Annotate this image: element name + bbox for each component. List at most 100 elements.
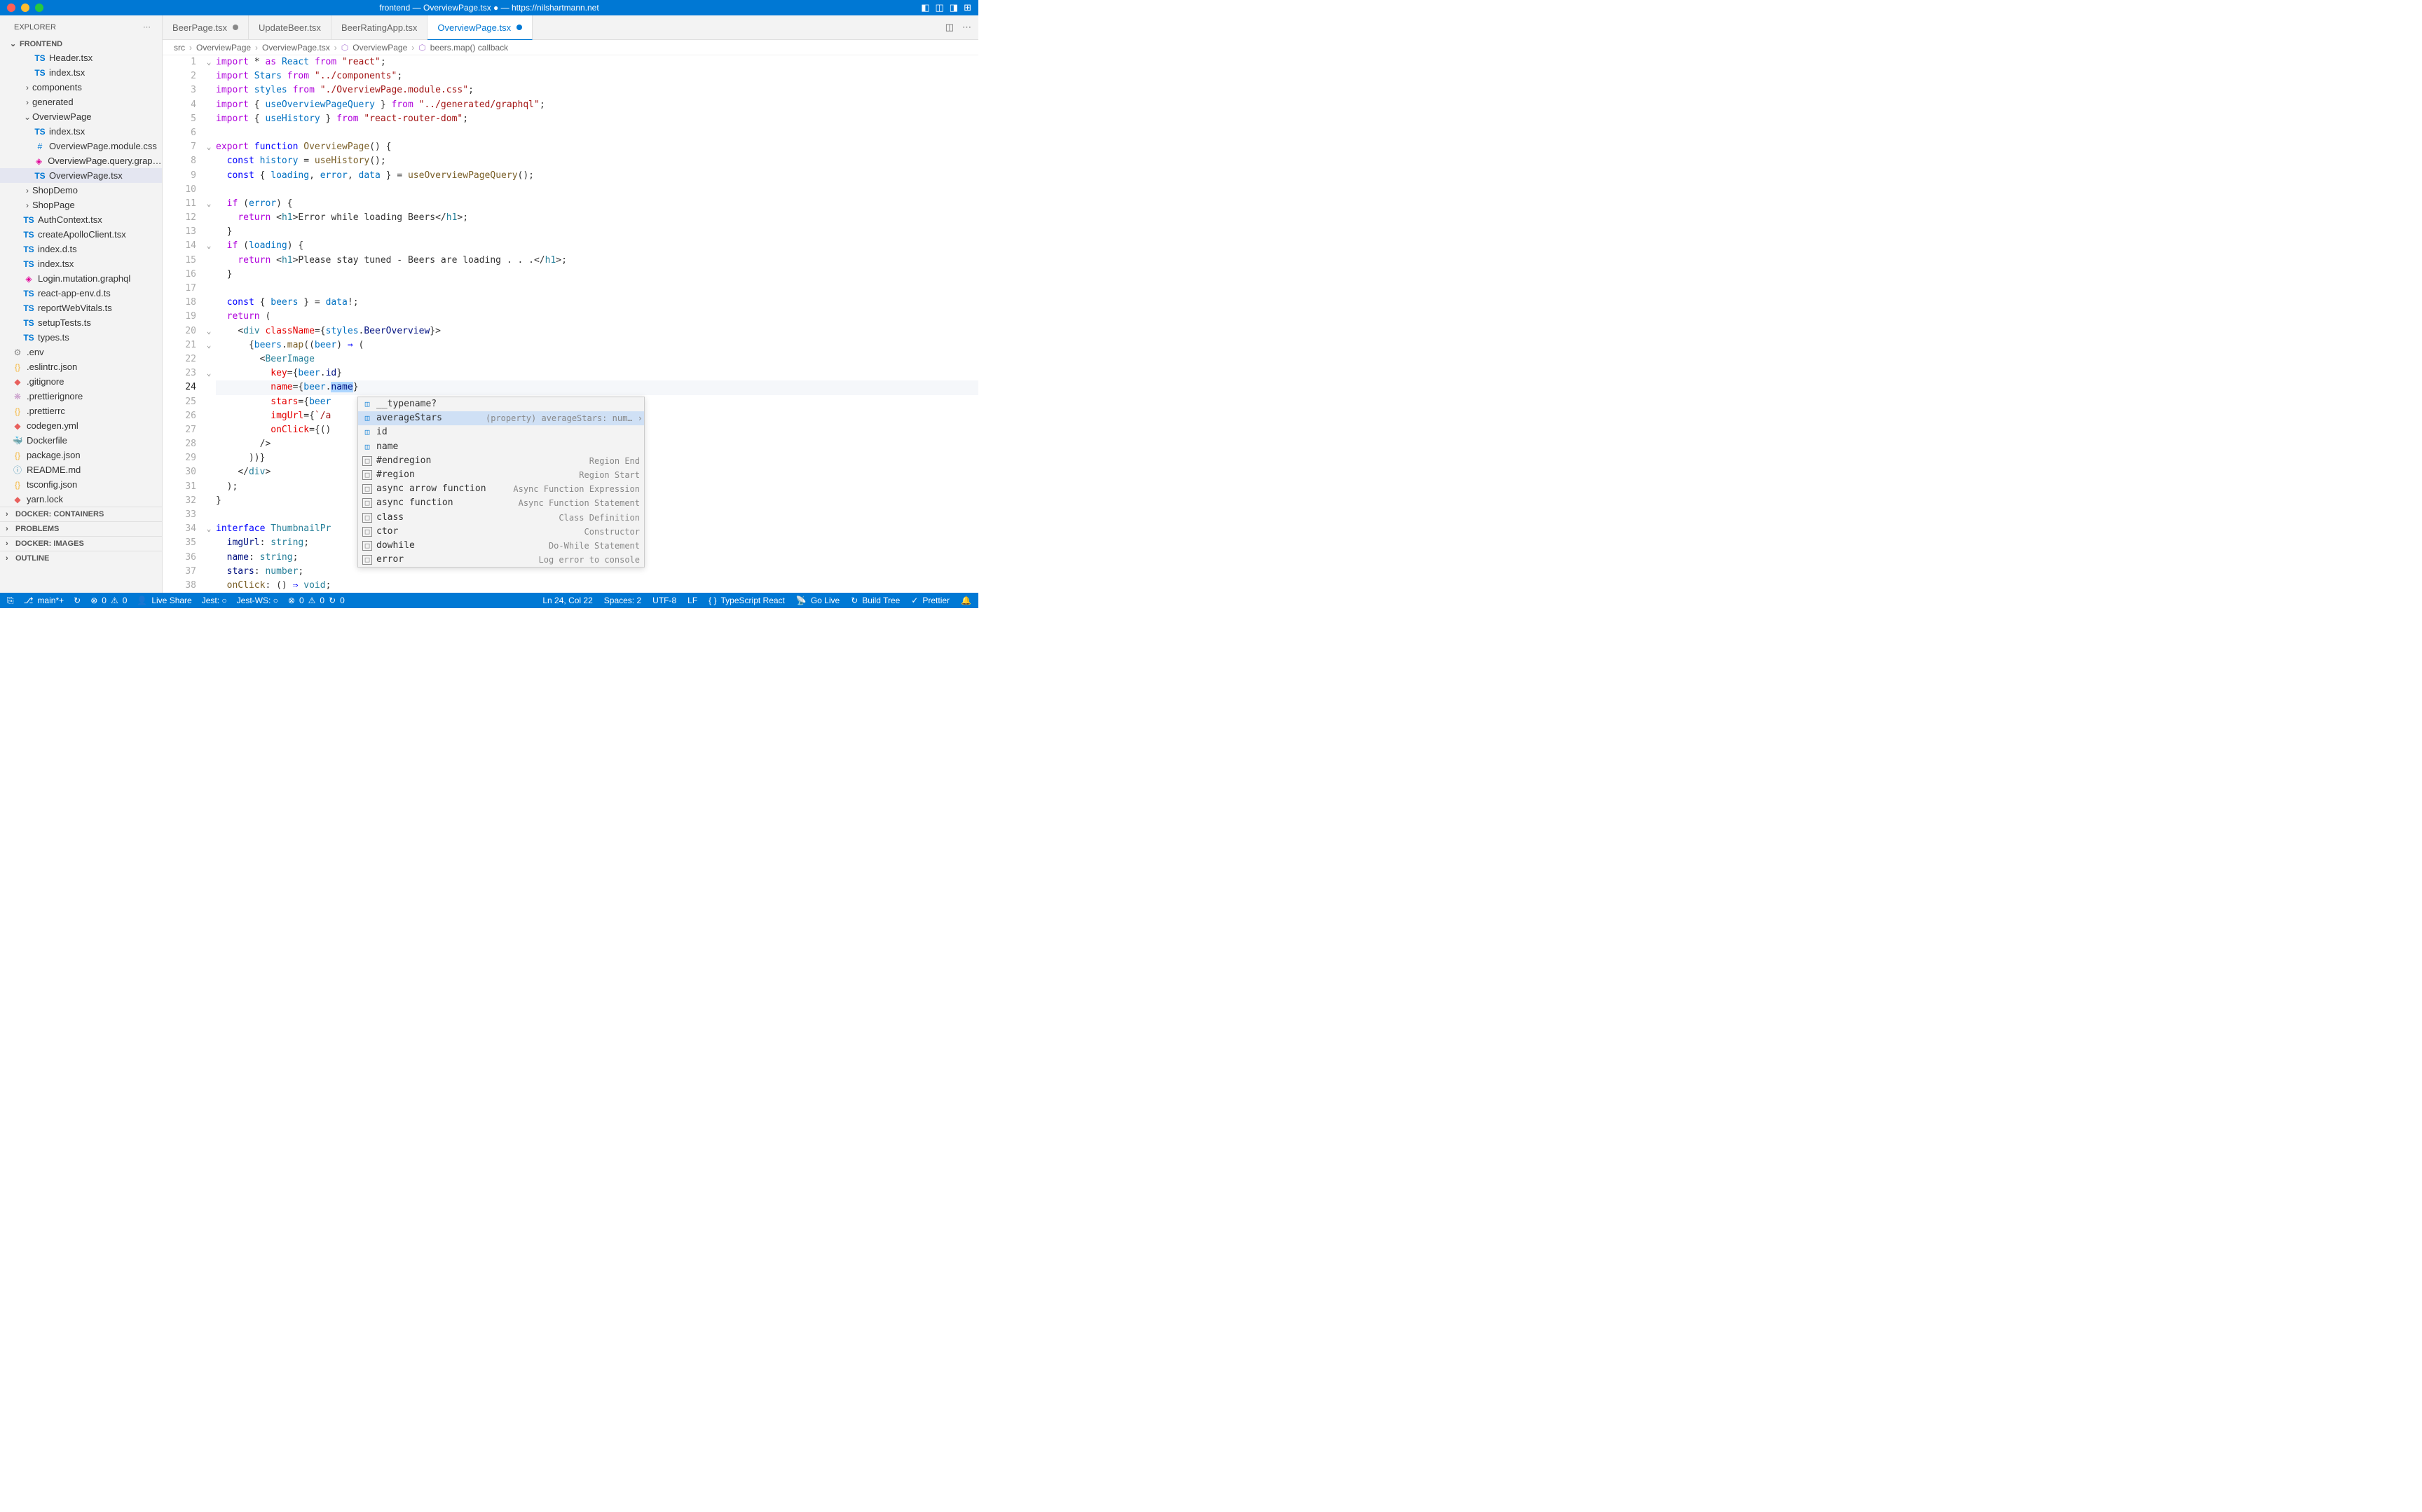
chevron-icon[interactable]: ⌄ [22, 112, 32, 122]
minimize-window[interactable] [21, 4, 29, 12]
tree-item[interactable]: TSindex.tsx [0, 65, 162, 80]
tree-item[interactable]: TSreact-app-env.d.ts [0, 286, 162, 301]
tree-item[interactable]: ⓘREADME.md [0, 462, 162, 477]
tree-item[interactable]: TSsetupTests.ts [0, 315, 162, 330]
split-editor-icon[interactable]: ◫ [945, 22, 954, 33]
maximize-window[interactable] [35, 4, 43, 12]
sidebar-section[interactable]: ›DOCKER: CONTAINERS [0, 507, 162, 521]
tree-item[interactable]: {}.prettierrc [0, 404, 162, 418]
tree-item[interactable]: TScreateApolloClient.tsx [0, 227, 162, 242]
breadcrumb-item[interactable]: OverviewPage [196, 43, 251, 53]
git-branch[interactable]: ⎇ main*+ [24, 596, 64, 605]
code-line[interactable]: onClick: () ⇒ void; [216, 579, 978, 593]
explorer-more-icon[interactable]: ⋯ [143, 22, 151, 32]
code-line[interactable]: import * as React from "react"; [216, 55, 978, 69]
editor-tab[interactable]: OverviewPage.tsx [427, 15, 533, 40]
fold-toggle[interactable]: ⌄ [202, 239, 216, 253]
code-line[interactable]: export function OverviewPage() { [216, 140, 978, 154]
code-line[interactable]: <div className={styles.BeerOverview}> [216, 324, 978, 338]
code-line[interactable]: import styles from "./OverviewPage.modul… [216, 83, 978, 97]
prettier-status[interactable]: ✓ Prettier [911, 596, 950, 605]
tree-item[interactable]: TStypes.ts [0, 330, 162, 345]
tree-item[interactable]: ◆.gitignore [0, 374, 162, 389]
code-line[interactable]: name={beer.name} [216, 380, 978, 394]
tree-item[interactable]: TSOverviewPage.tsx [0, 168, 162, 183]
autocomplete-item[interactable]: □#endregionRegion End [358, 454, 644, 468]
autocomplete-item[interactable]: ◫__typename? [358, 397, 644, 411]
tree-item[interactable]: TSreportWebVitals.ts [0, 301, 162, 315]
fold-toggle[interactable]: ⌄ [202, 140, 216, 154]
autocomplete-item[interactable]: □async functionAsync Function Statement [358, 496, 644, 510]
autocomplete-item[interactable]: □async arrow functionAsync Function Expr… [358, 482, 644, 496]
sync-button[interactable]: ↻ [74, 596, 81, 605]
code-line[interactable]: return <h1>Error while loading Beers</h1… [216, 211, 978, 225]
autocomplete-item[interactable]: □ctorConstructor [358, 525, 644, 539]
editor-tab[interactable]: BeerPage.tsx [163, 15, 249, 39]
autocomplete-item[interactable]: ◫name [358, 440, 644, 454]
code-line[interactable]: if (loading) { [216, 239, 978, 253]
close-window[interactable] [7, 4, 15, 12]
cursor-position[interactable]: Ln 24, Col 22 [542, 596, 592, 605]
fold-toggle[interactable]: ⌄ [202, 366, 216, 380]
fold-toggle[interactable]: ⌄ [202, 522, 216, 536]
tree-item[interactable]: ◆yarn.lock [0, 492, 162, 507]
fold-toggle[interactable]: ⌄ [202, 338, 216, 352]
code-line[interactable] [216, 183, 978, 197]
tree-item[interactable]: TSindex.tsx [0, 256, 162, 271]
chevron-icon[interactable]: › [22, 97, 32, 107]
sidebar-section[interactable]: ›DOCKER: IMAGES [0, 536, 162, 551]
code-content[interactable]: import * as React from "react";import St… [216, 55, 978, 593]
go-live[interactable]: 📡 Go Live [796, 596, 840, 605]
tree-item[interactable]: TSAuthContext.tsx [0, 212, 162, 227]
code-line[interactable]: return <h1>Please stay tuned - Beers are… [216, 254, 978, 268]
code-line[interactable]: <BeerImage [216, 352, 978, 366]
fold-gutter[interactable]: ⌄⌄⌄⌄⌄⌄⌄⌄ [202, 55, 216, 593]
live-share[interactable]: 👤 Live Share [137, 596, 191, 605]
tree-item[interactable]: ›generated [0, 95, 162, 109]
tree-item[interactable]: TSHeader.tsx [0, 50, 162, 65]
autocomplete-popup[interactable]: (property) averageStars: num… › ◫__typen… [357, 397, 645, 568]
code-line[interactable]: const history = useHistory(); [216, 154, 978, 168]
fold-toggle[interactable]: ⌄ [202, 197, 216, 211]
fold-toggle[interactable]: ⌄ [202, 324, 216, 338]
code-line[interactable]: import { useHistory } from "react-router… [216, 112, 978, 126]
tree-item[interactable]: ›components [0, 80, 162, 95]
tree-item[interactable]: 🐳Dockerfile [0, 433, 162, 448]
layout-icon[interactable]: ⊞ [964, 2, 971, 13]
eol[interactable]: LF [687, 596, 697, 605]
jest-ws-status[interactable]: Jest-WS: ○ [237, 596, 278, 605]
tree-item[interactable]: ›ShopPage [0, 198, 162, 212]
editor-tab[interactable]: UpdateBeer.tsx [249, 15, 331, 39]
code-line[interactable]: const { beers } = data!; [216, 296, 978, 310]
code-line[interactable]: const { loading, error, data } = useOver… [216, 169, 978, 183]
project-section[interactable]: ⌄ FRONTEND [0, 37, 162, 50]
jest-status[interactable]: Jest: ○ [202, 596, 227, 605]
tree-item[interactable]: ◈OverviewPage.query.graph... [0, 153, 162, 168]
code-line[interactable]: key={beer.id} [216, 366, 978, 380]
chevron-icon[interactable]: › [22, 186, 32, 195]
autocomplete-item[interactable]: □dowhileDo-While Statement [358, 539, 644, 553]
encoding[interactable]: UTF-8 [652, 596, 676, 605]
tree-item[interactable]: ◆codegen.yml [0, 418, 162, 433]
code-line[interactable]: } [216, 268, 978, 282]
remote-indicator[interactable]: ⎘ [7, 596, 14, 606]
indentation[interactable]: Spaces: 2 [604, 596, 641, 605]
code-editor[interactable]: 1234567891011121314151617181920212223242… [163, 55, 978, 593]
problems-indicator[interactable]: ⊗0 ⚠0 [90, 596, 127, 605]
panel-bottom-icon[interactable]: ◫ [936, 2, 944, 13]
panel-right-icon[interactable]: ◨ [950, 2, 958, 13]
code-line[interactable]: {beers.map((beer) ⇒ ( [216, 338, 978, 352]
tree-item[interactable]: ❋.prettierignore [0, 389, 162, 404]
code-line[interactable]: if (error) { [216, 197, 978, 211]
autocomplete-item[interactable]: □errorLog error to console [358, 553, 644, 567]
chevron-icon[interactable]: › [22, 200, 32, 210]
autocomplete-item[interactable]: □#regionRegion Start [358, 468, 644, 482]
code-line[interactable]: import { useOverviewPageQuery } from "..… [216, 98, 978, 112]
autocomplete-item[interactable]: ◫id [358, 425, 644, 439]
code-line[interactable] [216, 126, 978, 140]
diagnostics[interactable]: ⊗0 ⚠0 ↻0 [288, 596, 345, 605]
more-actions-icon[interactable]: ⋯ [962, 22, 971, 33]
editor-tab[interactable]: BeerRatingApp.tsx [331, 15, 427, 39]
tree-item[interactable]: TSindex.tsx [0, 124, 162, 139]
language-mode[interactable]: { } TypeScript React [709, 596, 785, 605]
